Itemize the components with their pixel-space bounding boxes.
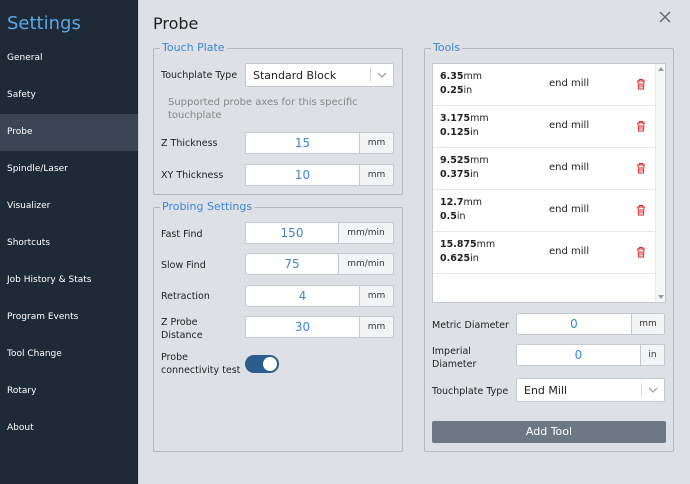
tool-metric: 3.175mm xyxy=(440,113,489,124)
tool-row[interactable]: 12.7mm 0.5in end mill xyxy=(433,190,656,232)
select-divider xyxy=(370,68,371,82)
trash-icon[interactable] xyxy=(636,78,646,90)
tools-legend: Tools xyxy=(431,41,463,55)
tool-row[interactable]: 15.875mm 0.625in end mill xyxy=(433,232,656,274)
connectivity-label-line1: Probe xyxy=(161,352,188,363)
sidebar-title: Settings xyxy=(7,13,81,34)
tool-type: end mill xyxy=(549,120,590,131)
touchplate-type-value: Standard Block xyxy=(253,69,337,82)
trash-icon[interactable] xyxy=(636,246,646,258)
metric-diameter-label: Metric Diameter xyxy=(432,320,509,331)
xy-thickness-label: XY Thickness xyxy=(161,170,224,181)
sidebar-item-shortcuts[interactable]: Shortcuts xyxy=(0,225,138,262)
chevron-down-icon xyxy=(377,72,387,78)
sidebar-item-about[interactable]: About xyxy=(0,410,138,447)
slow-find-unit: mm/min xyxy=(338,253,394,275)
metric-diameter-input[interactable]: 0 xyxy=(516,313,631,335)
probe-settings-panel: Probe Touch Plate Touchplate Type Standa… xyxy=(138,0,690,484)
tools-scrollbar[interactable] xyxy=(655,64,665,302)
touchplate-hint: Supported probe axes for this specific t… xyxy=(168,97,358,121)
metric-diameter-unit: mm xyxy=(631,313,665,335)
touch-plate-legend: Touch Plate xyxy=(160,41,227,55)
settings-sidebar: Settings General Safety Probe Spindle/La… xyxy=(0,0,138,484)
imperial-diameter-label: Imperial Diameter xyxy=(432,345,476,371)
tool-metric: 15.875mm xyxy=(440,239,496,250)
z-probe-distance-label: Z Probe Distance xyxy=(161,316,203,342)
slow-find-input[interactable]: 75 xyxy=(245,253,338,275)
retraction-unit: mm xyxy=(359,285,394,307)
tools-group: Tools 6.35mm 0.25in end mill 3.175mm 0.1… xyxy=(424,41,674,452)
sidebar-item-rotary[interactable]: Rotary xyxy=(0,373,138,410)
sidebar-item-job-history[interactable]: Job History & Stats xyxy=(0,262,138,299)
tool-row[interactable]: 9.525mm 0.375in end mill xyxy=(433,148,656,190)
imperial-diameter-label-line2: Diameter xyxy=(432,359,477,370)
close-icon[interactable] xyxy=(657,9,673,25)
touchplate-type-label: Touchplate Type xyxy=(161,70,238,81)
tool-imperial: 0.25in xyxy=(440,85,473,96)
z-probe-distance-unit: mm xyxy=(359,316,394,338)
fast-find-label: Fast Find xyxy=(161,229,203,240)
tool-type: end mill xyxy=(549,162,590,173)
z-probe-distance-label-line2: Distance xyxy=(161,330,203,341)
probing-settings-group: Probing Settings Fast Find 150 mm/min Sl… xyxy=(153,200,403,452)
fast-find-unit: mm/min xyxy=(338,222,394,244)
scroll-down-icon[interactable] xyxy=(658,295,664,299)
imperial-diameter-unit: in xyxy=(640,344,665,366)
tool-imperial: 0.625in xyxy=(440,253,479,264)
tool-metric: 12.7mm xyxy=(440,197,482,208)
tool-type: end mill xyxy=(549,246,590,257)
sidebar-item-visualizer[interactable]: Visualizer xyxy=(0,188,138,225)
scroll-up-icon[interactable] xyxy=(658,67,664,71)
toggle-knob xyxy=(263,357,277,371)
fast-find-input[interactable]: 150 xyxy=(245,222,338,244)
tool-touchplate-type-label: Touchplate Type xyxy=(432,386,509,397)
tools-list[interactable]: 6.35mm 0.25in end mill 3.175mm 0.125in e… xyxy=(432,63,666,303)
select-divider xyxy=(641,383,642,397)
sidebar-item-tool-change[interactable]: Tool Change xyxy=(0,336,138,373)
xy-thickness-input[interactable]: 10 xyxy=(245,164,359,186)
z-thickness-input[interactable]: 15 xyxy=(245,132,359,154)
connectivity-test-label: Probe connectivity test xyxy=(161,351,240,377)
z-thickness-unit: mm xyxy=(359,132,394,154)
sidebar-item-probe[interactable]: Probe xyxy=(0,114,138,151)
tool-imperial: 0.5in xyxy=(440,211,466,222)
tool-row[interactable]: 3.175mm 0.125in end mill xyxy=(433,106,656,148)
tool-metric: 6.35mm xyxy=(440,71,482,82)
chevron-down-icon xyxy=(648,387,658,393)
sidebar-item-safety[interactable]: Safety xyxy=(0,77,138,114)
touch-plate-group: Touch Plate Touchplate Type Standard Blo… xyxy=(153,41,403,195)
imperial-diameter-label-line1: Imperial xyxy=(432,346,471,357)
sidebar-item-program-events[interactable]: Program Events xyxy=(0,299,138,336)
tool-type: end mill xyxy=(549,204,590,215)
trash-icon[interactable] xyxy=(636,204,646,216)
tool-imperial: 0.375in xyxy=(440,169,479,180)
sidebar-item-spindle-laser[interactable]: Spindle/Laser xyxy=(0,151,138,188)
retraction-input[interactable]: 4 xyxy=(245,285,359,307)
connectivity-test-toggle[interactable] xyxy=(245,355,279,373)
connectivity-label-line2: connectivity test xyxy=(161,365,241,376)
trash-icon[interactable] xyxy=(636,162,646,174)
xy-thickness-unit: mm xyxy=(359,164,394,186)
retraction-label: Retraction xyxy=(161,291,210,302)
add-tool-button[interactable]: Add Tool xyxy=(432,421,666,443)
page-title: Probe xyxy=(153,14,199,33)
z-thickness-label: Z Thickness xyxy=(161,138,218,149)
tool-type: end mill xyxy=(549,78,590,89)
tool-touchplate-type-select[interactable]: End Mill xyxy=(516,378,665,402)
probing-settings-legend: Probing Settings xyxy=(160,200,255,214)
imperial-diameter-input[interactable]: 0 xyxy=(516,344,640,366)
tool-touchplate-type-value: End Mill xyxy=(524,384,568,397)
z-probe-distance-label-line1: Z Probe xyxy=(161,317,198,328)
tool-row[interactable]: 6.35mm 0.25in end mill xyxy=(433,64,656,106)
trash-icon[interactable] xyxy=(636,120,646,132)
z-probe-distance-input[interactable]: 30 xyxy=(245,316,359,338)
tool-metric: 9.525mm xyxy=(440,155,489,166)
touchplate-type-select[interactable]: Standard Block xyxy=(245,63,394,87)
slow-find-label: Slow Find xyxy=(161,260,206,271)
sidebar-item-general[interactable]: General xyxy=(0,40,138,77)
tool-imperial: 0.125in xyxy=(440,127,479,138)
